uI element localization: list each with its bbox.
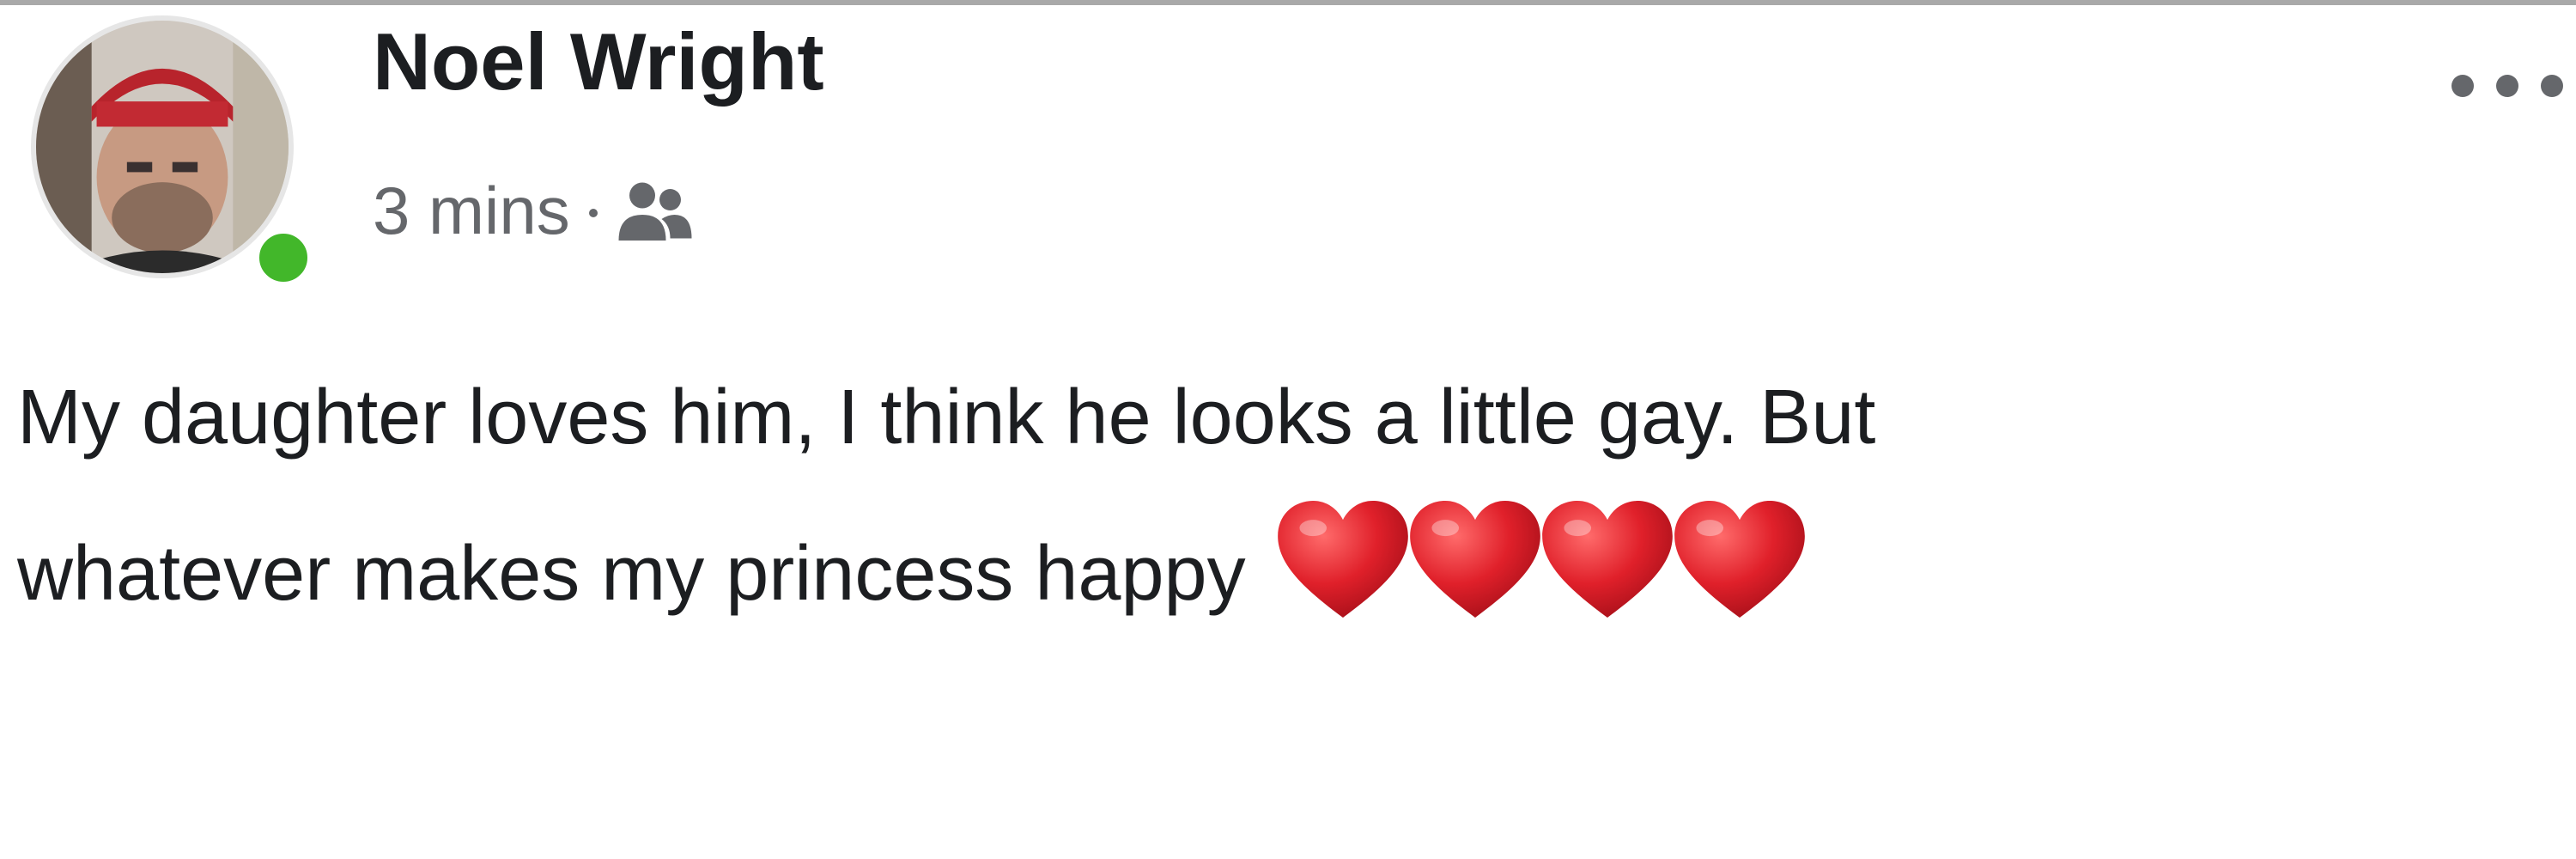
post-text-line: whatever makes my princess happy [17,531,1246,617]
facebook-post: Noel Wright 3 mins My daughter loves him… [0,0,2576,859]
friends-icon[interactable] [617,176,694,245]
separator-dot [588,209,598,217]
online-status-dot [251,225,316,290]
post-text-line-with-emoji: whatever makes my princess happy [17,495,2567,675]
post-text: My daughter loves him, I think he looks … [17,340,2567,675]
profile-avatar[interactable] [31,15,316,290]
post-timestamp[interactable]: 3 mins [373,172,570,250]
avatar-photo[interactable] [31,15,294,278]
more-dot [2496,75,2518,97]
red-heart-icon [1672,495,1807,624]
emoji-group [1275,495,1807,675]
red-heart-icon [1407,495,1543,624]
post-meta: 3 mins [373,163,694,258]
post-text-line: My daughter loves him, I think he looks … [17,375,1876,460]
more-dot [2541,75,2563,97]
author-name[interactable]: Noel Wright [373,17,824,107]
red-heart-icon [1540,495,1675,624]
more-options-icon[interactable] [2451,69,2563,103]
more-dot [2451,75,2474,97]
red-heart-icon [1275,495,1411,624]
